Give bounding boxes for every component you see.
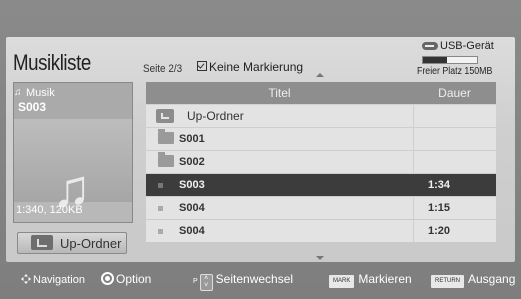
- up-folder-icon: [31, 235, 53, 250]
- hint-option-label: Option: [116, 272, 152, 286]
- folder-icon: [158, 129, 174, 144]
- column-divider: [413, 197, 414, 219]
- checkbox-icon: [197, 61, 207, 71]
- item-name: S004: [179, 225, 205, 237]
- item-duration: 1:15: [428, 202, 451, 214]
- column-divider: [413, 128, 414, 150]
- return-key-icon: RETURN: [431, 275, 464, 288]
- item-name: S004: [179, 202, 205, 214]
- now-playing-file-name: S003: [18, 100, 47, 114]
- now-playing-card: ♫ Musik S003 ♫ 1:340, 120KB: [13, 82, 133, 223]
- mark-status: Keine Markierung: [197, 60, 303, 74]
- music-list-screen: Musikliste Seite 2/3 Keine Markierung US…: [0, 0, 521, 299]
- now-playing-info: 1:340, 120KB: [16, 204, 83, 216]
- usb-usage-bar: [422, 56, 478, 64]
- mark-key-icon: MARK: [329, 275, 355, 288]
- hint-navigation: Navigation: [21, 272, 85, 286]
- page-indicator: Seite 2/3: [143, 63, 183, 75]
- up-folder-row-label: Up-Ordner: [187, 109, 244, 123]
- item-name: S003: [179, 179, 205, 191]
- album-art: ♫: [14, 119, 132, 218]
- column-divider: [413, 105, 414, 127]
- up-folder-row[interactable]: Up-Ordner: [146, 105, 496, 127]
- music-category-label: Musik: [26, 87, 55, 99]
- item-name: S001: [179, 133, 205, 145]
- usb-device-label: USB-Gerät: [440, 40, 494, 52]
- page-key-label: P: [193, 278, 198, 285]
- usb-free-space: Freier Platz 150MB: [417, 66, 493, 77]
- up-folder-icon: [156, 109, 174, 123]
- hint-return-label: Ausgang: [468, 272, 516, 286]
- file-list-header: Titel Dauer: [146, 82, 496, 104]
- page-up-down-icon: ˄ ˅: [199, 274, 213, 291]
- column-header-title: Titel: [268, 86, 291, 100]
- column-header-duration: Dauer: [438, 86, 471, 100]
- item-duration: 1:34: [428, 179, 451, 191]
- file-list: Titel Dauer Up-Ordner S001 S002 S003 1:3…: [146, 82, 496, 242]
- file-icon: [158, 206, 163, 211]
- hint-return: RETURN Ausgang: [431, 272, 515, 288]
- up-folder-button-label: Up-Ordner: [60, 236, 122, 251]
- scroll-down-arrow-icon[interactable]: [316, 256, 324, 260]
- music-category-icon: ♫: [14, 87, 22, 98]
- hint-mark-label: Markieren: [358, 272, 412, 286]
- usb-icon: [422, 42, 438, 50]
- list-item[interactable]: S002: [146, 151, 496, 173]
- hint-mark: MARK Markieren: [329, 272, 412, 288]
- item-name: S002: [179, 156, 205, 168]
- folder-icon: [158, 152, 174, 167]
- up-folder-button[interactable]: Up-Ordner: [17, 232, 127, 254]
- mark-status-label: Keine Markierung: [209, 60, 304, 74]
- column-divider: [413, 220, 414, 242]
- column-divider: [413, 174, 414, 196]
- list-item[interactable]: S004 1:15: [146, 197, 496, 219]
- list-item[interactable]: S001: [146, 128, 496, 150]
- hint-option: Option: [101, 272, 151, 286]
- hint-page-change-label: Seitenwechsel: [215, 272, 294, 286]
- hint-page-change: P ˄ ˅ Seitenwechsel: [193, 272, 293, 291]
- list-item-selected[interactable]: S003 1:34: [146, 174, 496, 196]
- footer-hints: Navigation Option P ˄ ˅ Seitenwechsel MARK M…: [0, 262, 521, 299]
- page-title: Musikliste: [13, 50, 91, 75]
- column-divider: [413, 151, 414, 173]
- file-icon: [158, 229, 163, 234]
- hint-navigation-label: Navigation: [33, 274, 85, 286]
- ok-button-icon: [101, 272, 114, 285]
- item-duration: 1:20: [428, 225, 451, 237]
- scroll-up-arrow-icon[interactable]: [316, 73, 324, 77]
- navigation-arrows-icon: [21, 274, 31, 284]
- list-item[interactable]: S004 1:20: [146, 220, 496, 242]
- usb-device: USB-Gerät: [422, 40, 494, 52]
- file-icon: [158, 183, 163, 188]
- usb-usage-fill: [423, 57, 448, 63]
